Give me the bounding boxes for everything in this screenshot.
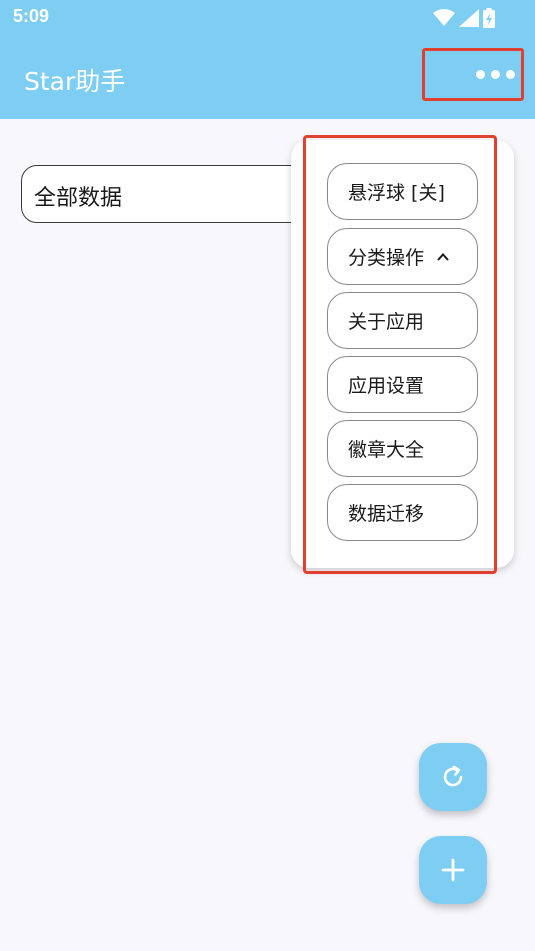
status-time: 5:09 — [13, 6, 50, 26]
menu-item-data-migration[interactable]: 数据迁移 — [327, 484, 478, 541]
app-title: Star助手 — [24, 67, 126, 96]
refresh-button[interactable] — [419, 743, 487, 811]
menu-item-app-settings[interactable]: 应用设置 — [327, 356, 478, 413]
menu-item-label: 关于应用 — [348, 311, 425, 333]
menu-item-label: 徽章大全 — [348, 439, 425, 461]
menu-item-about-app[interactable]: 关于应用 — [327, 292, 478, 349]
more-options-button[interactable] — [422, 48, 524, 101]
menu-item-category-actions[interactable]: 分类操作 — [327, 228, 478, 285]
add-icon — [441, 858, 465, 882]
refresh-icon — [443, 765, 463, 787]
menu-item-floating-ball[interactable]: 悬浮球 [关] — [327, 163, 478, 220]
wifi-icon — [433, 9, 455, 26]
chevron-up-icon — [437, 252, 449, 261]
menu-item-badges[interactable]: 徽章大全 — [327, 420, 478, 477]
menu-item-label: 分类操作 — [348, 247, 425, 269]
more-horizontal-icon-dot — [490, 70, 500, 79]
menu-item-label: 数据迁移 — [348, 503, 425, 525]
battery-charging-icon — [483, 8, 495, 28]
more-horizontal-icon-dot — [505, 70, 515, 79]
add-button[interactable] — [419, 836, 487, 904]
menu-item-label: 应用设置 — [348, 375, 425, 397]
status-icons — [433, 8, 495, 28]
menu-item-label: 悬浮球 [关] — [348, 182, 445, 204]
signal-icon — [459, 9, 479, 27]
data-filter-label: 全部数据 — [34, 186, 123, 211]
app-bar: Star助手 — [0, 36, 535, 119]
status-bar: 5:09 — [0, 0, 535, 36]
more-horizontal-icon-dot — [475, 70, 485, 79]
